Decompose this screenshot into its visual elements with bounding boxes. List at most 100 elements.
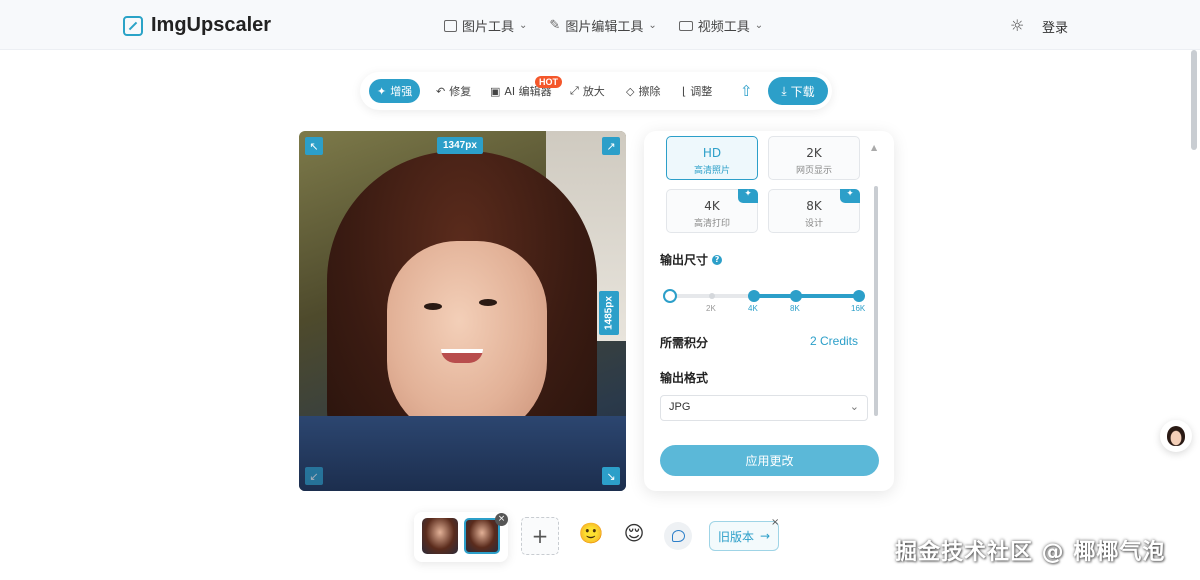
preset-sub: 高清打印 [693, 219, 730, 229]
arrow-right-icon: → [759, 529, 771, 543]
relieved-emoji-icon[interactable]: 😌 [621, 520, 647, 546]
credits-label: 所需积分 [660, 336, 709, 350]
nav-label: 图片编辑工具 [565, 20, 644, 35]
sliders-icon: ⌊ [682, 84, 687, 98]
resize-top-right-icon[interactable]: ↗ [602, 137, 620, 155]
enhance-settings-panel: ▲ HD 高清照片 2K 网页显示 ✦ 4K 高清打印 ✦ 8K 设计 输出尺寸… [644, 131, 894, 491]
tool-label: 修复 [449, 85, 472, 98]
preset-sub: 高清照片 [693, 166, 730, 176]
chevron-down-icon: ⌄ [754, 20, 764, 31]
height-label: 1485px [599, 291, 619, 335]
download-icon: ⤓ [781, 83, 787, 98]
tool-label: 擦除 [638, 85, 661, 98]
image-preview[interactable]: ↖ ↗ ↙ ↘ 1347px 1485px [299, 131, 626, 491]
thumbnail-strip [414, 512, 508, 562]
tool-label: 放大 [582, 85, 605, 98]
chevron-down-icon: ⌄ [519, 20, 528, 31]
pro-magic-icon: ✦ [738, 189, 758, 203]
image-edit-icon: ▣ [490, 84, 501, 98]
slider-stop-lock-icon[interactable] [790, 290, 802, 302]
chat-bubble-icon [671, 530, 685, 542]
resize-top-left-icon[interactable]: ↖ [305, 137, 323, 155]
output-size-heading: 输出尺寸? [660, 251, 723, 268]
undo-icon: ↶ [436, 84, 446, 98]
scroll-up-icon[interactable]: ▲ [871, 143, 877, 152]
tool-label: 调整 [690, 85, 713, 98]
tool-erase[interactable]: ◇ 擦除 [626, 79, 660, 103]
slider-stop-lock-icon[interactable] [748, 290, 760, 302]
format-value: JPG [669, 401, 691, 413]
apply-changes-button[interactable]: 应用更改 [660, 445, 879, 476]
output-size-label: 输出尺寸 [660, 253, 709, 267]
download-label: 下载 [790, 84, 815, 99]
preset-8k[interactable]: ✦ 8K 设计 [768, 189, 860, 233]
old-version-label: 旧版本 [717, 529, 754, 544]
main-nav: 图片工具 ⌄ ✎ 图片编辑工具 ⌄ 视频工具 ⌄ [444, 16, 763, 35]
hot-badge: HOT [535, 76, 562, 88]
tool-label: 增强 [390, 85, 413, 98]
slider-tick: 16K [851, 304, 866, 313]
photo-eye [424, 303, 442, 310]
chat-icon[interactable] [664, 522, 692, 550]
slider-tick: 2K [706, 304, 716, 313]
photo-face [387, 241, 547, 441]
nav-label: 视频工具 [697, 20, 750, 35]
avatar-icon [1167, 426, 1185, 446]
download-button[interactable]: ⤓ 下载 [768, 77, 828, 105]
nav-image-edit-tools[interactable]: ✎ 图片编辑工具 ⌄ [549, 16, 656, 35]
app-logo[interactable]: ImgUpscaler [123, 14, 271, 37]
old-version-button[interactable]: 旧版本 → [709, 521, 779, 551]
tool-adjust[interactable]: ⌊ 调整 [682, 79, 712, 103]
app-name: ImgUpscaler [151, 14, 272, 36]
preset-title: HD [702, 146, 722, 160]
preset-hd[interactable]: HD 高清照片 [666, 136, 758, 180]
close-icon[interactable]: × [495, 513, 508, 526]
preset-sub: 网页显示 [795, 166, 832, 176]
upload-icon[interactable]: ⇧ [740, 82, 753, 100]
page-scrollbar[interactable] [1191, 50, 1197, 150]
slider-tick: 8K [790, 304, 800, 313]
thumbnail-original[interactable] [422, 518, 458, 554]
photo-eye [479, 299, 497, 306]
pencil-icon: ✎ [549, 18, 561, 33]
editor-toolbar: ✦ 增强 ↶ 修复 ▣ AI 编辑器 ⤢ 放大 ◇ 擦除 ⌊ 调整 [360, 72, 832, 110]
preset-sub: 设计 [804, 219, 823, 229]
video-icon [678, 20, 693, 31]
preset-title: 2K [806, 146, 822, 160]
width-label: 1347px [437, 137, 483, 154]
chevron-down-icon: ⌄ [849, 401, 859, 413]
pro-magic-icon: ✦ [840, 189, 860, 203]
chevron-down-icon: ⌄ [648, 20, 657, 31]
slider-handle[interactable] [663, 289, 677, 303]
format-select[interactable]: JPG ⌄ [660, 395, 868, 421]
login-link[interactable]: 登录 [1042, 17, 1068, 36]
top-header: ImgUpscaler 图片工具 ⌄ ✎ 图片编辑工具 ⌄ 视频工具 ⌄ ☼ 登… [0, 0, 1200, 50]
support-avatar[interactable] [1160, 420, 1192, 452]
thumbnail-enhanced[interactable] [464, 518, 500, 554]
add-image-button[interactable]: + [521, 517, 559, 555]
resize-bottom-left-icon[interactable]: ↙ [305, 467, 323, 485]
logo-icon [123, 15, 143, 36]
slider-tick: 4K [748, 304, 758, 313]
resize-bottom-right-icon[interactable]: ↘ [602, 467, 620, 485]
tool-enhance[interactable]: ✦ 增强 [369, 79, 421, 103]
slider-stop-lock-icon[interactable] [853, 290, 865, 302]
tool-restore[interactable]: ↶ 修复 [436, 79, 471, 103]
preset-2k[interactable]: 2K 网页显示 [768, 136, 860, 180]
nav-image-tools[interactable]: 图片工具 ⌄ [444, 16, 527, 35]
theme-toggle-sun-icon[interactable]: ☼ [1010, 16, 1024, 35]
image-icon [444, 19, 457, 32]
tool-upscale[interactable]: ⤢ 放大 [570, 79, 605, 103]
credits-value: 2 Credits [809, 334, 858, 348]
sparkle-icon: ✦ [377, 84, 387, 98]
panel-scrollbar[interactable] [874, 186, 878, 416]
slider-fill [754, 294, 859, 298]
close-icon[interactable]: × [771, 517, 779, 528]
format-label: 输出格式 [660, 371, 709, 385]
help-icon[interactable]: ? [712, 255, 723, 265]
preset-4k[interactable]: ✦ 4K 高清打印 [666, 189, 758, 233]
watermark: 掘金技术社区 @ 椰椰气泡 [895, 540, 1166, 565]
slider-stop[interactable] [709, 293, 715, 299]
smile-emoji-icon[interactable]: 🙂 [578, 520, 604, 546]
nav-video-tools[interactable]: 视频工具 ⌄ [678, 16, 764, 35]
